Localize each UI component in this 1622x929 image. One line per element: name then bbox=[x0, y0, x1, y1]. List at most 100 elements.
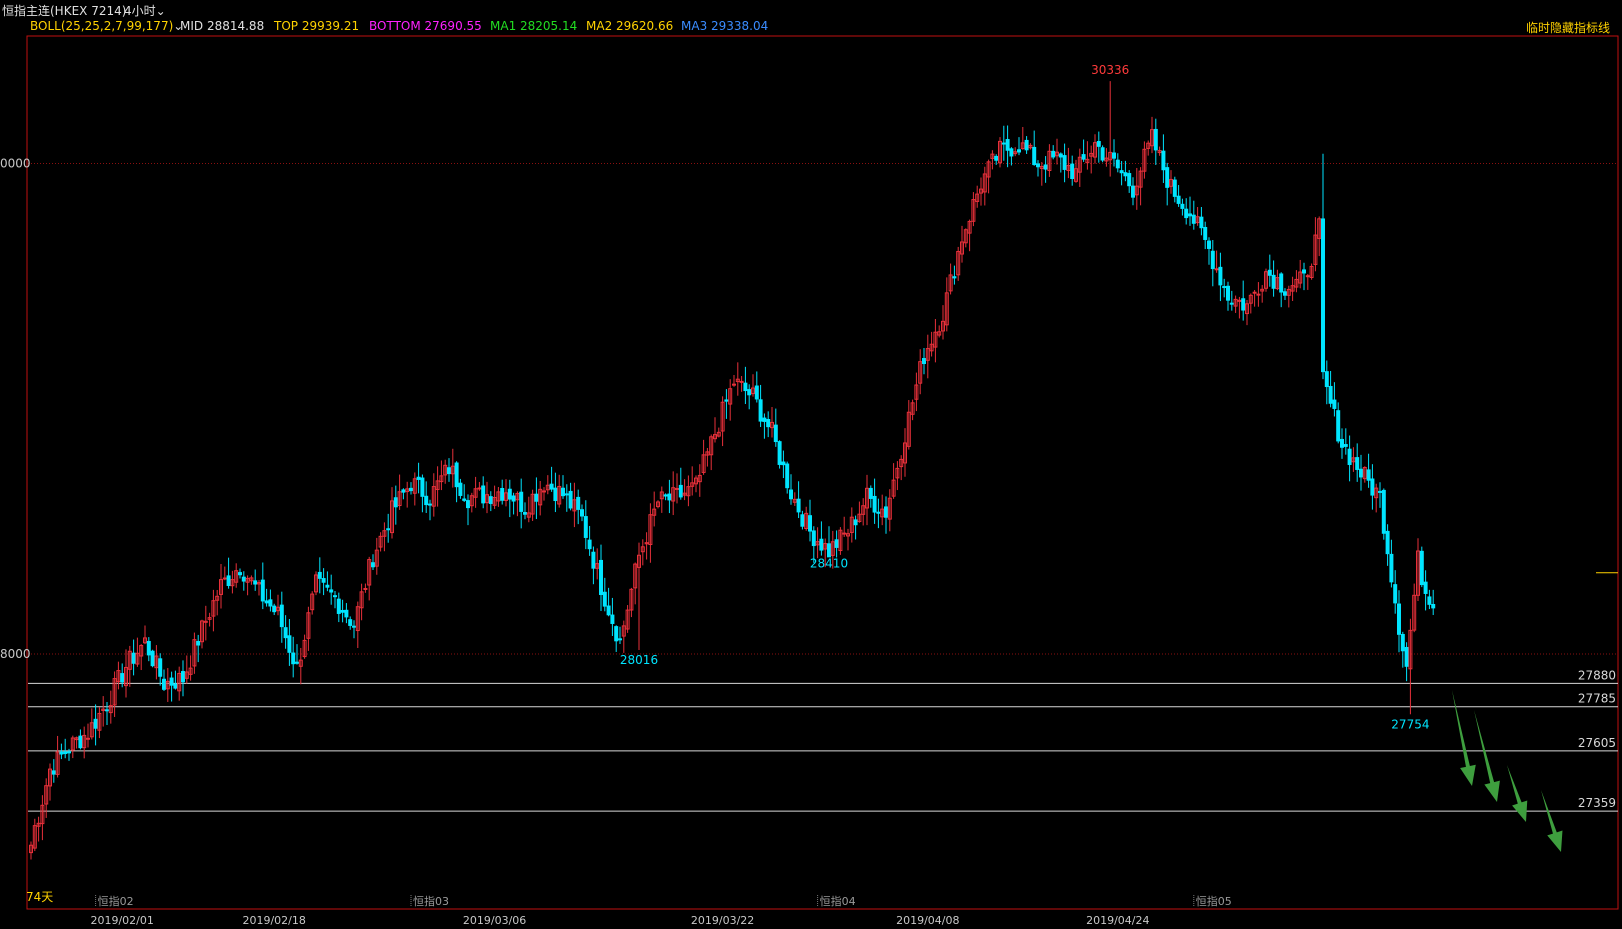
candle-body bbox=[1051, 150, 1056, 158]
candle-body bbox=[766, 419, 771, 428]
candle-body bbox=[1427, 596, 1432, 605]
candle-body bbox=[253, 580, 258, 585]
candle-body bbox=[1328, 385, 1333, 404]
down-arrow-2 bbox=[1474, 710, 1500, 802]
candle-body bbox=[1115, 159, 1120, 169]
candle-body bbox=[1001, 142, 1006, 145]
candle-body bbox=[466, 500, 470, 509]
candle-body bbox=[587, 539, 592, 550]
candle-body bbox=[1419, 550, 1424, 586]
candle-body bbox=[952, 276, 957, 279]
candle-body bbox=[1423, 581, 1428, 594]
candle-body bbox=[777, 441, 782, 465]
candle-body bbox=[279, 604, 284, 628]
candle-body bbox=[1203, 226, 1208, 240]
candle-body bbox=[1332, 399, 1337, 409]
candle-body bbox=[481, 485, 486, 504]
candle-body bbox=[401, 489, 406, 493]
candle-body bbox=[507, 488, 512, 500]
candle-body bbox=[519, 491, 524, 512]
candle-body bbox=[1070, 163, 1075, 180]
candle-body bbox=[739, 380, 744, 383]
candle-body bbox=[169, 677, 174, 686]
candle-body bbox=[811, 530, 816, 547]
candle-body bbox=[808, 515, 812, 532]
candle-body bbox=[1131, 185, 1135, 198]
candle-body bbox=[1381, 489, 1386, 534]
candle-body bbox=[1009, 148, 1014, 157]
candle-body bbox=[591, 551, 596, 569]
candle-body bbox=[1366, 469, 1371, 481]
candle-body bbox=[1210, 250, 1215, 270]
candle-body bbox=[618, 638, 622, 641]
candle-body bbox=[796, 498, 801, 513]
candle-body bbox=[1100, 147, 1105, 161]
candle-body bbox=[1123, 172, 1128, 177]
candle-body bbox=[264, 600, 269, 604]
candle-body bbox=[773, 424, 778, 443]
candlestick-chart[interactable]: 0000 8000 27880 27785 27605 27359 30336 28016 28… bbox=[0, 0, 1622, 929]
x-tick-label: 2019/03/22 bbox=[691, 914, 754, 927]
candle-body bbox=[1321, 218, 1325, 373]
candle-body bbox=[827, 543, 831, 558]
candle-body bbox=[1283, 291, 1287, 296]
candle-body bbox=[158, 658, 163, 677]
extreme-value-label: 30336 bbox=[1091, 63, 1129, 77]
month-marker-label: 恒指03 bbox=[413, 894, 449, 908]
candle-body bbox=[196, 640, 201, 646]
candle-body bbox=[724, 399, 729, 402]
support-line-label: 27605 bbox=[1578, 736, 1616, 750]
candle-body bbox=[67, 751, 71, 754]
candle-body bbox=[1024, 139, 1029, 151]
candle-body bbox=[675, 488, 679, 491]
candle-body bbox=[1188, 213, 1192, 217]
candle-body bbox=[317, 571, 322, 579]
candle-body bbox=[511, 495, 516, 502]
candle-body bbox=[1397, 603, 1401, 635]
candle-body bbox=[549, 483, 554, 490]
candle-body bbox=[1062, 155, 1067, 170]
candle-body bbox=[1165, 167, 1170, 188]
candle-body bbox=[1256, 293, 1261, 296]
candle-body bbox=[853, 519, 858, 526]
candle-body bbox=[876, 511, 881, 514]
x-tick-label: 2019/04/24 bbox=[1086, 914, 1149, 927]
candle-body bbox=[1324, 371, 1329, 388]
candle-body bbox=[583, 516, 588, 538]
candle-body bbox=[1112, 152, 1116, 159]
candle-body bbox=[834, 539, 839, 548]
candle-body bbox=[409, 487, 413, 492]
candle-body bbox=[1252, 291, 1257, 294]
candle-body bbox=[363, 587, 368, 590]
candle-body bbox=[1176, 195, 1181, 204]
candle-body bbox=[78, 735, 83, 749]
candle-body bbox=[1340, 438, 1344, 448]
candle-body bbox=[352, 625, 356, 628]
support-line-label: 27785 bbox=[1578, 692, 1616, 706]
candle-body bbox=[1355, 457, 1360, 470]
candle-body bbox=[1032, 146, 1037, 166]
candle-body bbox=[162, 678, 166, 690]
candle-body bbox=[1191, 214, 1196, 224]
candle-body bbox=[1347, 448, 1352, 465]
candle-body bbox=[260, 579, 265, 602]
candle-body bbox=[226, 575, 231, 586]
candle-body bbox=[340, 610, 345, 613]
candle-body bbox=[1218, 266, 1223, 286]
candle-body bbox=[105, 709, 109, 712]
support-line-label: 27880 bbox=[1578, 668, 1616, 682]
candle-body bbox=[344, 609, 349, 618]
down-arrow-1 bbox=[1452, 690, 1476, 786]
candle-body bbox=[754, 385, 759, 400]
candle-body bbox=[1172, 179, 1177, 197]
candle-body bbox=[1005, 139, 1010, 151]
candle-body bbox=[922, 358, 926, 365]
candle-body bbox=[393, 497, 398, 508]
candle-body bbox=[336, 598, 341, 614]
candle-body bbox=[454, 462, 459, 488]
candle-body bbox=[462, 498, 467, 501]
candle-body bbox=[1096, 141, 1101, 147]
candle-body bbox=[371, 562, 375, 568]
extreme-value-label: 27754 bbox=[1391, 717, 1429, 731]
candle-body bbox=[610, 614, 615, 624]
